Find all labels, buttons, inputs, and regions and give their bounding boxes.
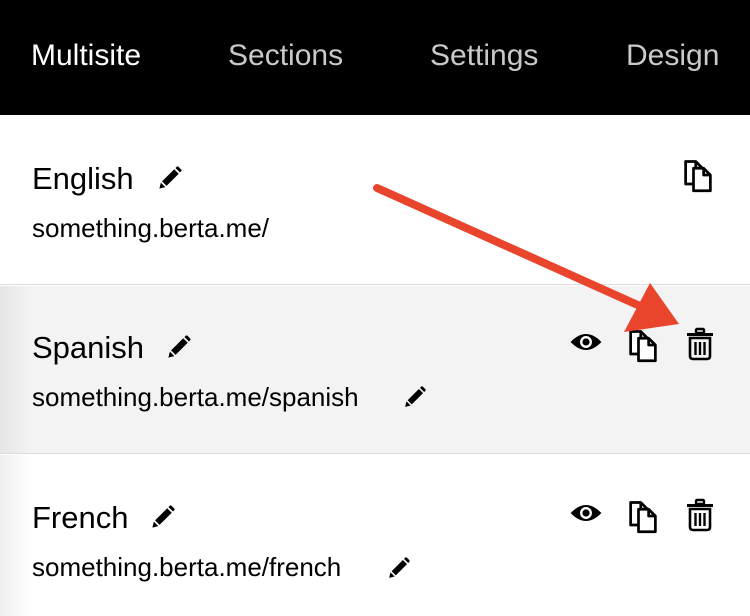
top-navigation: Multisite Sections Settings Design: [0, 0, 750, 115]
site-name: English: [32, 161, 134, 196]
site-row-spanish: Spanish something.berta.me/spanish: [0, 286, 750, 454]
site-name: French: [32, 500, 129, 535]
site-url: something.berta.me/: [32, 213, 270, 243]
tab-multisite[interactable]: Multisite: [31, 36, 141, 76]
pencil-icon[interactable]: [402, 385, 427, 410]
copy-icon[interactable]: [625, 498, 661, 534]
copy-icon[interactable]: [625, 327, 661, 363]
tab-design[interactable]: Design: [626, 36, 719, 76]
eye-icon[interactable]: [569, 331, 603, 353]
site-name: Spanish: [32, 330, 145, 365]
site-row-english: English something.berta.me/: [0, 117, 750, 285]
trash-icon[interactable]: [686, 327, 714, 361]
tab-settings[interactable]: Settings: [430, 36, 538, 76]
site-url: something.berta.me/spanish: [32, 382, 359, 412]
trash-icon[interactable]: [686, 498, 714, 532]
pencil-icon[interactable]: [386, 556, 411, 581]
site-url: something.berta.me/french: [32, 552, 342, 582]
pencil-icon[interactable]: [165, 334, 192, 361]
eye-icon[interactable]: [569, 502, 603, 524]
tab-sections[interactable]: Sections: [228, 36, 343, 76]
pencil-icon[interactable]: [149, 504, 176, 531]
site-row-french: French something.berta.me/french: [0, 455, 750, 616]
pencil-icon[interactable]: [156, 165, 183, 192]
copy-icon[interactable]: [680, 157, 716, 193]
